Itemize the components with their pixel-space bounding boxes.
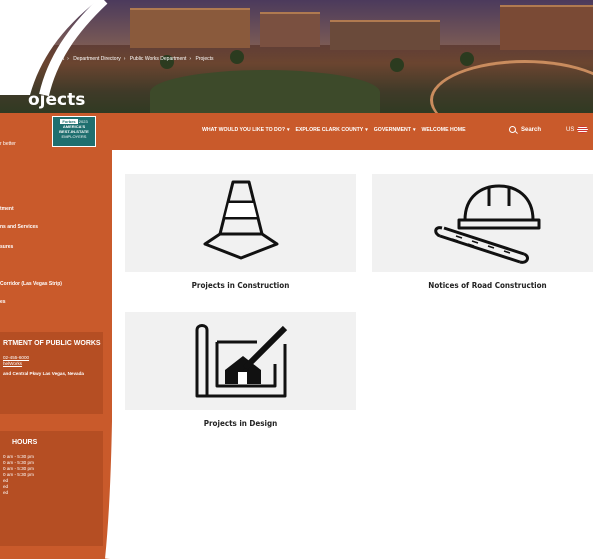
hero-tree [460,52,474,66]
chevron-down-icon: ▾ [365,127,368,133]
hero-tree [390,58,404,72]
traffic-cone-icon [203,180,279,260]
chevron-down-icon: ▾ [412,127,416,133]
search-label: Search [521,126,542,133]
language-label: US [566,126,575,133]
nav-item-government[interactable]: GOVERNMENT ▾ [374,127,416,133]
nav-menu: WHAT WOULD YOU LIKE TO DO? ▾ EXPLORE CLAR… [202,127,466,133]
hero-tree [230,50,244,64]
hero-building [330,20,440,50]
hard-hat-blueprint-icon [434,184,541,264]
hero-building [500,5,593,50]
card-label[interactable]: Projects in Construction [125,281,356,290]
house-design-pencil-icon [195,324,288,398]
chevron-down-icon: ▾ [287,127,290,133]
card-notices-of-road-construction[interactable] [372,174,593,272]
card-label[interactable]: Projects in Design [125,419,356,428]
card-projects-in-design[interactable] [125,312,356,410]
card-label[interactable]: Notices of Road Construction [372,281,593,290]
page: nt › Department Directory › Public Works D… [0,0,593,559]
search-icon [509,126,516,133]
breadcrumb-item: Projects [195,56,214,62]
language-selector[interactable]: US [566,126,589,133]
nav-item-explore[interactable]: EXPLORE CLARK COUNTY ▾ [296,127,368,133]
nav-item-what-to-do[interactable]: WHAT WOULD YOU LIKE TO DO? ▾ [202,127,290,133]
hero-walkway [430,60,593,115]
hero-building [260,12,320,47]
hero-lawn [150,70,380,115]
us-flag-icon [577,126,589,133]
hero-building [130,8,250,48]
nav-item-welcome-home[interactable]: WELCOME HOME [421,127,465,133]
decorative-curve [0,0,123,559]
search-button[interactable]: Search [509,126,541,133]
card-projects-in-construction[interactable] [125,174,356,272]
